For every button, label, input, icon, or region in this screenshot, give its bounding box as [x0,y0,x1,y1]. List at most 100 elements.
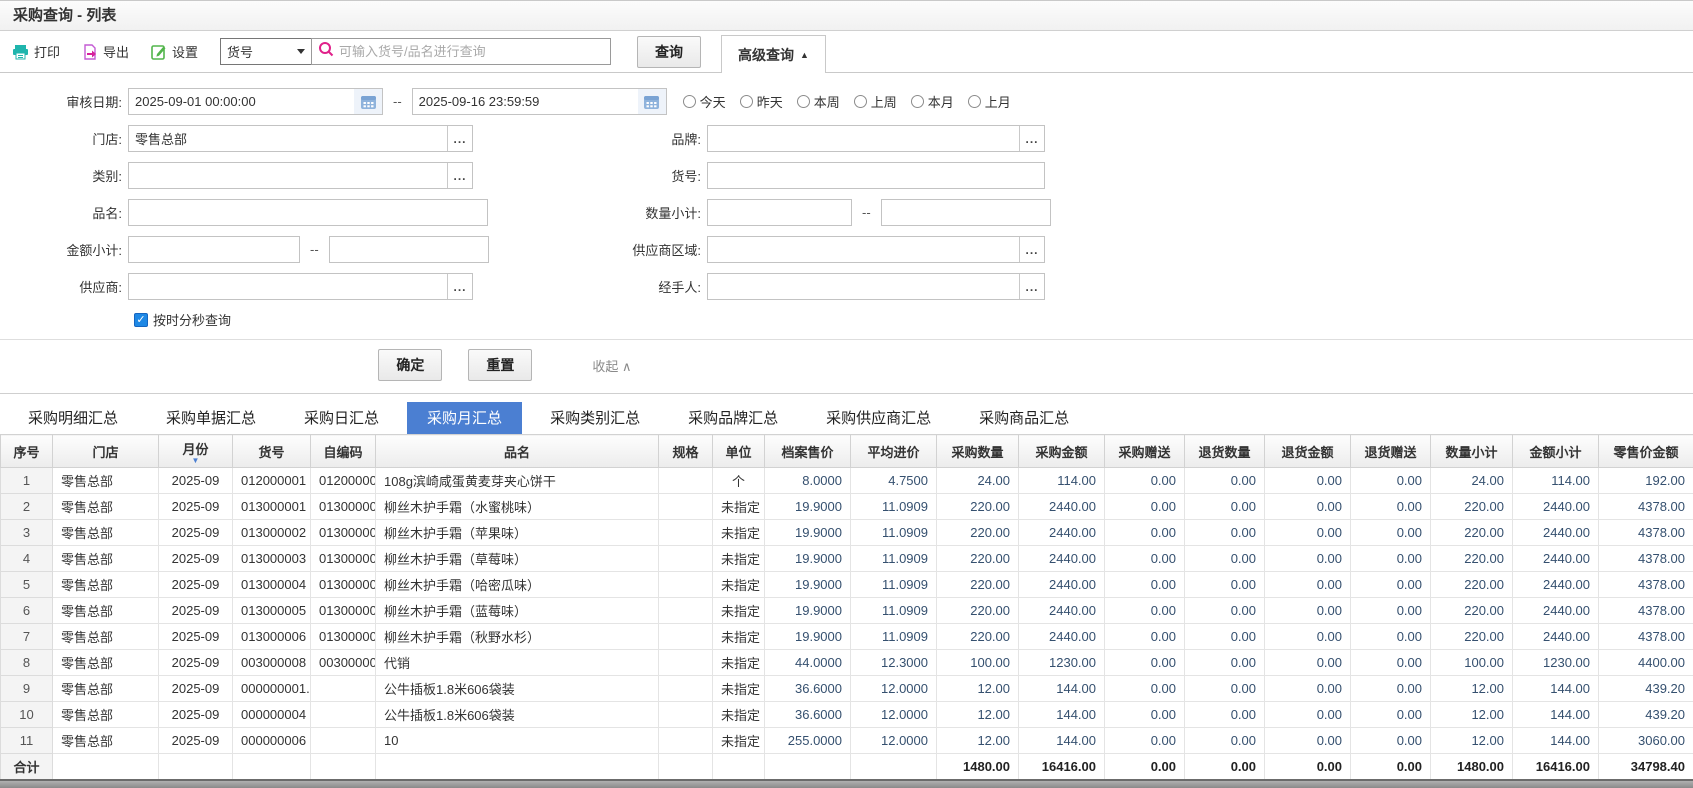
audit-date-row: 审核日期: -- 今天昨天本周上周本月上月 [0,88,1693,115]
audit-date-to-input[interactable] [413,89,638,114]
table-row[interactable]: 9零售总部2025-09000000001...公牛插板1.8米606袋装未指定… [1,676,1693,702]
collapse-link[interactable]: 收起 ∧ [592,356,631,375]
tab-采购商品汇总[interactable]: 采购商品汇总 [959,402,1089,434]
item-no-input[interactable] [707,162,1045,189]
column-header-采购金额[interactable]: 采购金额 [1019,435,1105,468]
column-header-门店[interactable]: 门店 [53,435,159,468]
amount-subtotal-from-input[interactable] [128,236,300,263]
cell: 2025-09 [159,520,233,546]
column-header-采购数量[interactable]: 采购数量 [937,435,1019,468]
table-row[interactable]: 3零售总部2025-09013000002013000002柳丝木护手霜（苹果味… [1,520,1693,546]
handler-lookup-button[interactable]: ... [1019,274,1044,299]
column-header-退货金额[interactable]: 退货金额 [1265,435,1351,468]
table-row[interactable]: 1零售总部2025-09012000001012000001108g滨崎咸蛋黄麦… [1,468,1693,494]
category-lookup-button[interactable]: ... [447,163,472,188]
brand-input[interactable] [708,126,1019,151]
confirm-button[interactable]: 确定 [378,349,442,381]
tab-采购品牌汇总[interactable]: 采购品牌汇总 [668,402,798,434]
tab-采购单据汇总[interactable]: 采购单据汇总 [146,402,276,434]
tab-采购日汇总[interactable]: 采购日汇总 [284,402,399,434]
quick-range-本周[interactable]: 本周 [797,92,840,111]
table-row[interactable]: 4零售总部2025-09013000003013000003柳丝木护手霜（草莓味… [1,546,1693,572]
column-header-规格[interactable]: 规格 [659,435,713,468]
qty-subtotal-from-input[interactable] [707,199,852,226]
cell: 255.0000 [765,728,851,754]
reset-button[interactable]: 重置 [468,349,532,381]
tab-采购供应商汇总[interactable]: 采购供应商汇总 [806,402,951,434]
cell: 2025-09 [159,572,233,598]
cell: 013000002 [311,520,376,546]
column-header-平均进价[interactable]: 平均进价 [851,435,937,468]
cell: 220.00 [937,520,1019,546]
supplier-region-input[interactable] [708,237,1019,262]
store-input[interactable] [129,126,447,151]
cell: 0.00 [1105,650,1185,676]
brand-lookup-button[interactable]: ... [1019,126,1044,151]
supplier-input[interactable] [129,274,447,299]
quick-range-今天[interactable]: 今天 [683,92,726,111]
column-header-序号[interactable]: 序号 [1,435,53,468]
search-input[interactable] [339,44,604,59]
cell: 柳丝木护手霜（哈密瓜味） [376,572,659,598]
cell: 2440.00 [1513,624,1599,650]
table-row[interactable]: 11零售总部2025-0900000000610未指定255.000012.00… [1,728,1693,754]
query-button[interactable]: 查询 [637,36,701,68]
handler-input[interactable] [708,274,1019,299]
qty-subtotal-to-input[interactable] [881,199,1051,226]
table-row[interactable]: 10零售总部2025-09000000004公牛插板1.8米606袋装未指定36… [1,702,1693,728]
table-row[interactable]: 8零售总部2025-09003000008003000008代销未指定44.00… [1,650,1693,676]
table-row[interactable]: 7零售总部2025-09013000006013000006柳丝木护手霜（秋野水… [1,624,1693,650]
export-button[interactable]: 导出 [82,42,129,61]
column-header-退货赠送[interactable]: 退货赠送 [1351,435,1431,468]
quick-range-上周[interactable]: 上周 [854,92,897,111]
tab-采购类别汇总[interactable]: 采购类别汇总 [530,402,660,434]
item-name-input[interactable] [128,199,488,226]
advanced-query-toggle[interactable]: 高级查询 ▲ [721,35,826,73]
column-header-月份[interactable]: 月份▼ [159,435,233,468]
radio-icon [797,95,810,108]
column-header-品名[interactable]: 品名 [376,435,659,468]
settings-button[interactable]: 设置 [151,42,198,61]
table-row[interactable]: 2零售总部2025-09013000001013000001柳丝木护手霜（水蜜桃… [1,494,1693,520]
supplier-region-lookup-button[interactable]: ... [1019,237,1044,262]
calendar-icon[interactable] [638,89,666,114]
column-header-采购赠送[interactable]: 采购赠送 [1105,435,1185,468]
column-header-数量小计[interactable]: 数量小计 [1431,435,1513,468]
quick-range-上月[interactable]: 上月 [968,92,1011,111]
cell [659,624,713,650]
tab-采购月汇总[interactable]: 采购月汇总 [407,402,522,434]
results-table: 序号门店月份▼货号自编码品名规格单位档案售价平均进价采购数量采购金额采购赠送退货… [0,434,1693,781]
search-field-select[interactable]: 货号 [220,38,312,65]
horizontal-scrollbar[interactable] [0,781,1693,788]
category-input[interactable] [129,163,447,188]
column-header-金额小计[interactable]: 金额小计 [1513,435,1599,468]
column-header-零售价金额[interactable]: 零售价金额 [1599,435,1693,468]
cell [659,702,713,728]
quick-range-本月[interactable]: 本月 [911,92,954,111]
table-row[interactable]: 5零售总部2025-09013000004013000004柳丝木护手霜（哈密瓜… [1,572,1693,598]
cell: 0.00 [1265,754,1351,780]
time-precision-label: 按时分秒查询 [153,310,231,329]
column-header-自编码[interactable]: 自编码 [311,435,376,468]
cell: 013000006 [233,624,311,650]
calendar-icon[interactable] [354,89,382,114]
amount-subtotal-to-input[interactable] [329,236,489,263]
table-row[interactable]: 6零售总部2025-09013000005013000005柳丝木护手霜（蓝莓味… [1,598,1693,624]
column-header-货号[interactable]: 货号 [233,435,311,468]
cell: 12.00 [1431,702,1513,728]
column-header-退货数量[interactable]: 退货数量 [1185,435,1265,468]
export-label: 导出 [103,42,129,61]
store-lookup-button[interactable]: ... [447,126,472,151]
cell: 未指定 [713,520,765,546]
time-precision-checkbox[interactable]: ✓ 按时分秒查询 [134,310,231,329]
print-button[interactable]: 打印 [12,42,60,61]
audit-date-from-input[interactable] [129,89,354,114]
cell [159,754,233,780]
cell: 未指定 [713,702,765,728]
cell: 0.00 [1265,572,1351,598]
supplier-lookup-button[interactable]: ... [447,274,472,299]
quick-range-昨天[interactable]: 昨天 [740,92,783,111]
tab-采购明细汇总[interactable]: 采购明细汇总 [8,402,138,434]
column-header-档案售价[interactable]: 档案售价 [765,435,851,468]
column-header-单位[interactable]: 单位 [713,435,765,468]
